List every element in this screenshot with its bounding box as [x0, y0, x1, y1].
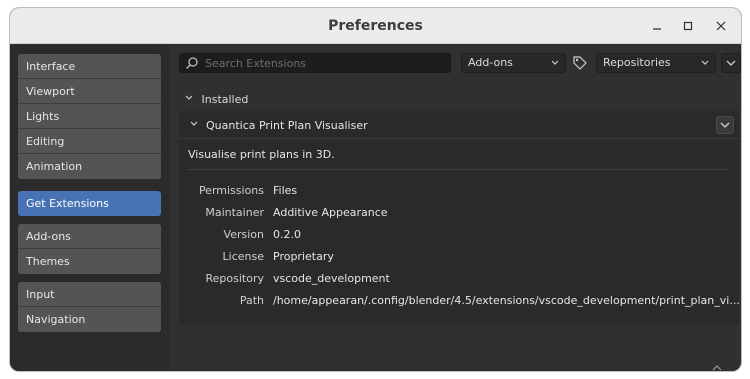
main-content: Search Extensions Add-ons Repositories I…: [170, 45, 741, 371]
extension-description: Visualise print plans in 3D.: [188, 148, 335, 161]
window-title: Preferences: [328, 18, 423, 34]
sidebar-item-get-extensions[interactable]: Get Extensions: [18, 191, 161, 216]
chevron-up-icon: [712, 365, 722, 371]
sidebar: Interface Viewport Lights Editing Animat…: [10, 45, 170, 371]
sidebar-item-viewport[interactable]: Viewport: [18, 79, 161, 104]
chevron-down-icon: [720, 122, 730, 128]
sidebar-item-lights[interactable]: Lights: [18, 104, 161, 129]
extensions-menu-button[interactable]: [721, 53, 741, 73]
maximize-icon: [683, 21, 693, 31]
sidebar-item-animation[interactable]: Animation: [18, 154, 161, 179]
divider: [188, 169, 728, 170]
search-input[interactable]: Search Extensions: [179, 53, 451, 73]
sidebar-item-themes[interactable]: Themes: [18, 249, 161, 274]
maintainer-value: Additive Appearance: [273, 206, 388, 219]
repository-label: Repository: [205, 272, 265, 285]
tag-icon: [573, 56, 587, 70]
sidebar-item-interface[interactable]: Interface: [18, 54, 161, 79]
extension-options-button[interactable]: [716, 116, 734, 134]
sidebar-group-general: Interface Viewport Lights Editing Animat…: [18, 54, 161, 179]
extension-panel: Quantica Print Plan Visualiser Visualise…: [179, 111, 740, 325]
version-label: Version: [223, 228, 264, 241]
chevron-down-icon: [700, 54, 710, 79]
search-placeholder: Search Extensions: [205, 57, 307, 70]
path-label: Path: [239, 294, 264, 307]
sidebar-group-addons: Add-ons Themes: [18, 224, 161, 274]
chevron-down-icon: [550, 54, 560, 79]
sidebar-group-input: Input Navigation: [18, 282, 161, 332]
maintainer-label: Maintainer: [205, 206, 264, 219]
installed-section-header[interactable]: Installed: [184, 93, 248, 106]
permissions-value: Files: [273, 184, 298, 197]
expand-arrow-icon: [189, 119, 199, 132]
license-value: Proprietary: [273, 250, 334, 263]
extension-name: Quantica Print Plan Visualiser: [206, 119, 368, 132]
search-icon: [186, 57, 198, 69]
sidebar-item-input[interactable]: Input: [18, 282, 161, 307]
type-filter-dropdown[interactable]: Add-ons: [461, 53, 566, 73]
type-filter-value: Add-ons: [468, 56, 513, 69]
sidebar-item-navigation[interactable]: Navigation: [18, 307, 161, 332]
close-icon: [716, 21, 726, 31]
chevron-down-icon: [726, 60, 736, 66]
minimize-icon: [653, 28, 661, 30]
sidebar-item-add-ons[interactable]: Add-ons: [18, 224, 161, 249]
sidebar-item-editing[interactable]: Editing: [18, 129, 161, 154]
maximize-button[interactable]: [677, 16, 699, 36]
close-button[interactable]: [710, 16, 732, 36]
scroll-up-button[interactable]: [710, 363, 724, 371]
repositories-dropdown[interactable]: Repositories: [596, 53, 716, 73]
repository-value: vscode_development: [273, 272, 390, 285]
version-value: 0.2.0: [273, 228, 301, 241]
minimize-button[interactable]: [646, 16, 668, 36]
repositories-value: Repositories: [603, 56, 671, 69]
tag-filter-button[interactable]: [571, 54, 589, 72]
license-label: License: [222, 250, 264, 263]
permissions-label: Permissions: [198, 184, 264, 197]
installed-label: Installed: [201, 93, 249, 106]
extension-panel-header[interactable]: Quantica Print Plan Visualiser: [179, 111, 739, 139]
expand-arrow-icon: [184, 93, 198, 106]
path-value: /home/appearan/.config/blender/4.5/exten…: [273, 294, 740, 307]
title-bar: Preferences: [10, 8, 741, 44]
preferences-window: Preferences Interface Viewport Lights Ed…: [10, 8, 741, 371]
sidebar-group-extensions: Get Extensions: [18, 191, 161, 216]
